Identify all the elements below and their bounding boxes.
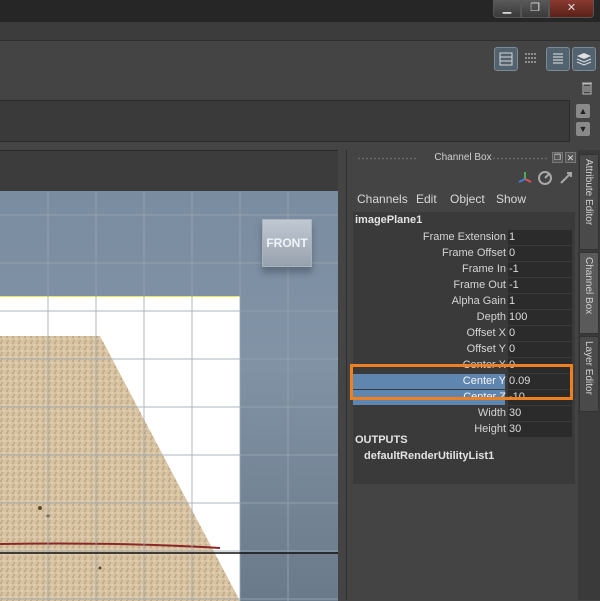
arrow-up-icon: ▲: [578, 106, 588, 116]
output-node-item[interactable]: defaultRenderUtilityList1: [364, 450, 494, 462]
attr-label: Frame In: [461, 263, 506, 275]
attr-label: Frame Offset: [442, 247, 506, 259]
scroll-up-button[interactable]: ▲: [576, 104, 590, 118]
minimize-icon: ▁: [502, 2, 512, 14]
attr-label: Width: [477, 407, 506, 419]
channel-box-content: imagePlane1 Frame Extension 1 Frame Offs…: [350, 212, 575, 484]
trash-icon[interactable]: [581, 81, 593, 95]
channel-box-toggle-button[interactable]: [494, 47, 518, 71]
attr-row-offset-y[interactable]: Offset Y 0: [353, 342, 575, 357]
view-cube[interactable]: FRONT: [262, 219, 312, 267]
channel-box-panel: Channel Box ❐ ✕ Channels Edit Object Sho…: [346, 150, 579, 600]
attr-value[interactable]: 30: [508, 422, 572, 437]
channel-box-menu-bar: Channels Edit Object Show: [347, 190, 579, 208]
attr-value[interactable]: 1: [508, 230, 572, 245]
tab-layer-editor[interactable]: Layer Editor: [579, 336, 599, 412]
scroll-down-button[interactable]: ▼: [576, 122, 590, 136]
attr-label: Frame Extension: [422, 231, 506, 243]
pick-arrow-icon[interactable]: [558, 170, 574, 186]
attr-row-frame-offset[interactable]: Frame Offset 0: [353, 246, 575, 261]
attr-label: Depth: [476, 311, 506, 323]
menu-edit[interactable]: Edit: [416, 192, 437, 206]
attr-label: Offset X: [466, 327, 506, 339]
float-icon: ❐: [553, 153, 562, 162]
tab-attribute-editor[interactable]: Attribute Editor: [579, 154, 599, 250]
attr-value[interactable]: 0: [508, 342, 572, 357]
tab-channel-box[interactable]: Channel Box: [579, 252, 599, 334]
menu-channels[interactable]: Channels: [357, 192, 408, 206]
attribute-editor-toggle-button[interactable]: [546, 47, 570, 71]
attr-row-width[interactable]: Width 30: [353, 406, 575, 421]
viewport-header: [0, 151, 338, 192]
close-button[interactable]: ✕: [549, 0, 594, 18]
attr-label: Frame Out: [453, 279, 506, 291]
script-input-field[interactable]: [0, 100, 570, 142]
menu-bar: [0, 22, 600, 41]
attr-value[interactable]: 0: [508, 326, 572, 341]
attr-row-depth[interactable]: Depth 100: [353, 310, 575, 325]
attr-row-frame-out[interactable]: Frame Out -1: [353, 278, 575, 293]
toolbar: [0, 41, 600, 78]
attr-row-frame-in[interactable]: Frame In -1: [353, 262, 575, 277]
attr-value[interactable]: 100: [508, 310, 572, 325]
attr-row-offset-x[interactable]: Offset X 0: [353, 326, 575, 341]
tab-label: Layer Editor: [583, 341, 594, 395]
maximize-button[interactable]: ❐: [521, 0, 549, 18]
command-toolbar: [0, 77, 600, 99]
minimize-button[interactable]: ▁: [493, 0, 521, 18]
attribute-editor-icon: [553, 53, 563, 64]
viewport-panel[interactable]: FRONT: [0, 150, 338, 601]
attr-label: Alpha Gain: [451, 295, 506, 307]
title-bar: ▁ ❐ ✕: [0, 0, 600, 22]
tab-label: Attribute Editor: [583, 159, 594, 226]
attr-value[interactable]: 0: [508, 246, 572, 261]
layer-editor-icon: [576, 53, 592, 66]
tab-label: Channel Box: [583, 257, 594, 315]
axis-icon[interactable]: [517, 170, 533, 186]
float-panel-button[interactable]: ❐: [552, 152, 563, 163]
rotate-icon[interactable]: [537, 170, 553, 186]
attr-value[interactable]: 30: [508, 406, 572, 421]
maximize-icon: ❐: [530, 2, 540, 14]
attr-value[interactable]: -1: [508, 262, 572, 277]
menu-show[interactable]: Show: [496, 192, 526, 206]
attr-label: Offset Y: [466, 343, 506, 355]
outputs-header: OUTPUTS: [355, 434, 408, 446]
close-icon: ✕: [566, 2, 577, 14]
tool-settings-icon: [525, 53, 537, 63]
attr-label: Height: [474, 423, 506, 435]
close-icon: ✕: [566, 153, 575, 163]
attr-row-alpha-gain[interactable]: Alpha Gain 1: [353, 294, 575, 309]
node-name[interactable]: imagePlane1: [355, 214, 422, 226]
attr-value[interactable]: -1: [508, 278, 572, 293]
drag-handle-right[interactable]: [492, 157, 547, 160]
tool-settings-toggle-button[interactable]: [520, 47, 544, 71]
layer-editor-toggle-button[interactable]: [572, 47, 596, 71]
attr-value[interactable]: 1: [508, 294, 572, 309]
arrow-down-icon: ▼: [578, 124, 588, 134]
channel-box-icon: [499, 52, 513, 66]
side-tab-strip: Attribute Editor Channel Box Layer Edito…: [578, 150, 600, 600]
close-panel-button[interactable]: ✕: [565, 152, 576, 163]
menu-object[interactable]: Object: [450, 192, 485, 206]
attr-row-frame-extension[interactable]: Frame Extension 1: [353, 230, 575, 245]
annotation-highlight-box: [350, 364, 573, 400]
